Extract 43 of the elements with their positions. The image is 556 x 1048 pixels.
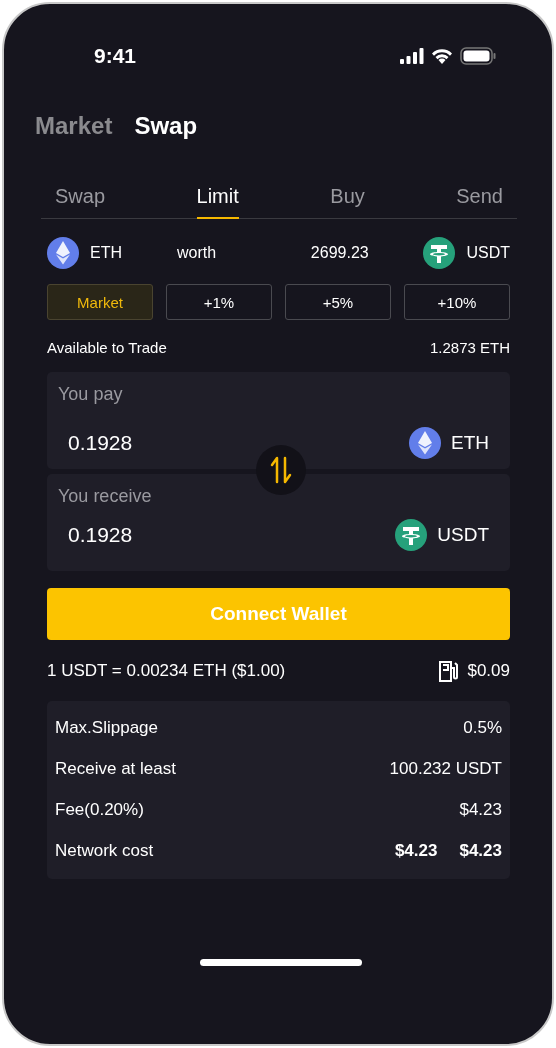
- battery-icon: [460, 47, 496, 65]
- price-value: 2699.23: [309, 243, 369, 262]
- tab[interactable]: Swap: [55, 185, 106, 219]
- available-label: Available to Trade: [47, 339, 167, 356]
- token-symbol: USDT: [466, 243, 510, 262]
- token-symbol[interactable]: USDT: [437, 524, 489, 546]
- detail-value: $4.23: [459, 799, 502, 820]
- detail-value: $4.23: [394, 840, 438, 861]
- amount-field[interactable]: 0.1928: [68, 431, 133, 455]
- status-time: 9:41: [94, 44, 137, 68]
- detail-value: 100.232 USDT: [389, 758, 502, 779]
- panel-label: You pay: [58, 384, 124, 405]
- fuel-pump-icon: [438, 660, 459, 682]
- detail-value: $4.23: [459, 840, 502, 861]
- detail-label: Receive at least: [55, 758, 176, 779]
- ethereum-icon: [47, 236, 79, 269]
- header-tab[interactable]: Swap: [134, 112, 198, 140]
- tether-icon: [395, 519, 428, 551]
- tab[interactable]: Buy: [330, 185, 365, 219]
- swap-arrows-icon: [269, 456, 293, 484]
- gas-fee: $0.09: [467, 661, 510, 681]
- exchange-rate: 1 USDT = 0.00234 ETH ($1.00): [47, 661, 286, 681]
- preset-button[interactable]: +1%: [166, 284, 272, 320]
- amount-field[interactable]: 0.1928: [68, 523, 133, 547]
- tab[interactable]: Send: [456, 185, 503, 219]
- tab[interactable]: Limit: [196, 185, 239, 219]
- header-tab[interactable]: Market: [35, 112, 113, 140]
- detail-label: Network cost: [55, 840, 154, 861]
- available-value: 1.2873 ETH: [429, 339, 510, 356]
- preset-button[interactable]: +10%: [404, 284, 510, 320]
- detail-label: Fee(0.20%): [55, 799, 144, 820]
- wifi-icon: [431, 48, 453, 64]
- ethereum-icon: [409, 427, 441, 459]
- preset-button[interactable]: Market: [47, 284, 153, 320]
- token-symbol[interactable]: ETH: [451, 432, 489, 454]
- token-symbol: ETH: [90, 243, 122, 262]
- worth-label: worth: [177, 243, 217, 262]
- tether-icon: [423, 236, 456, 269]
- preset-button[interactable]: +5%: [285, 284, 391, 320]
- panel-label: You receive: [58, 486, 153, 507]
- detail-value: 0.5%: [463, 717, 502, 738]
- signal-icon: [400, 48, 424, 64]
- detail-label: Max.Slippage: [55, 717, 158, 738]
